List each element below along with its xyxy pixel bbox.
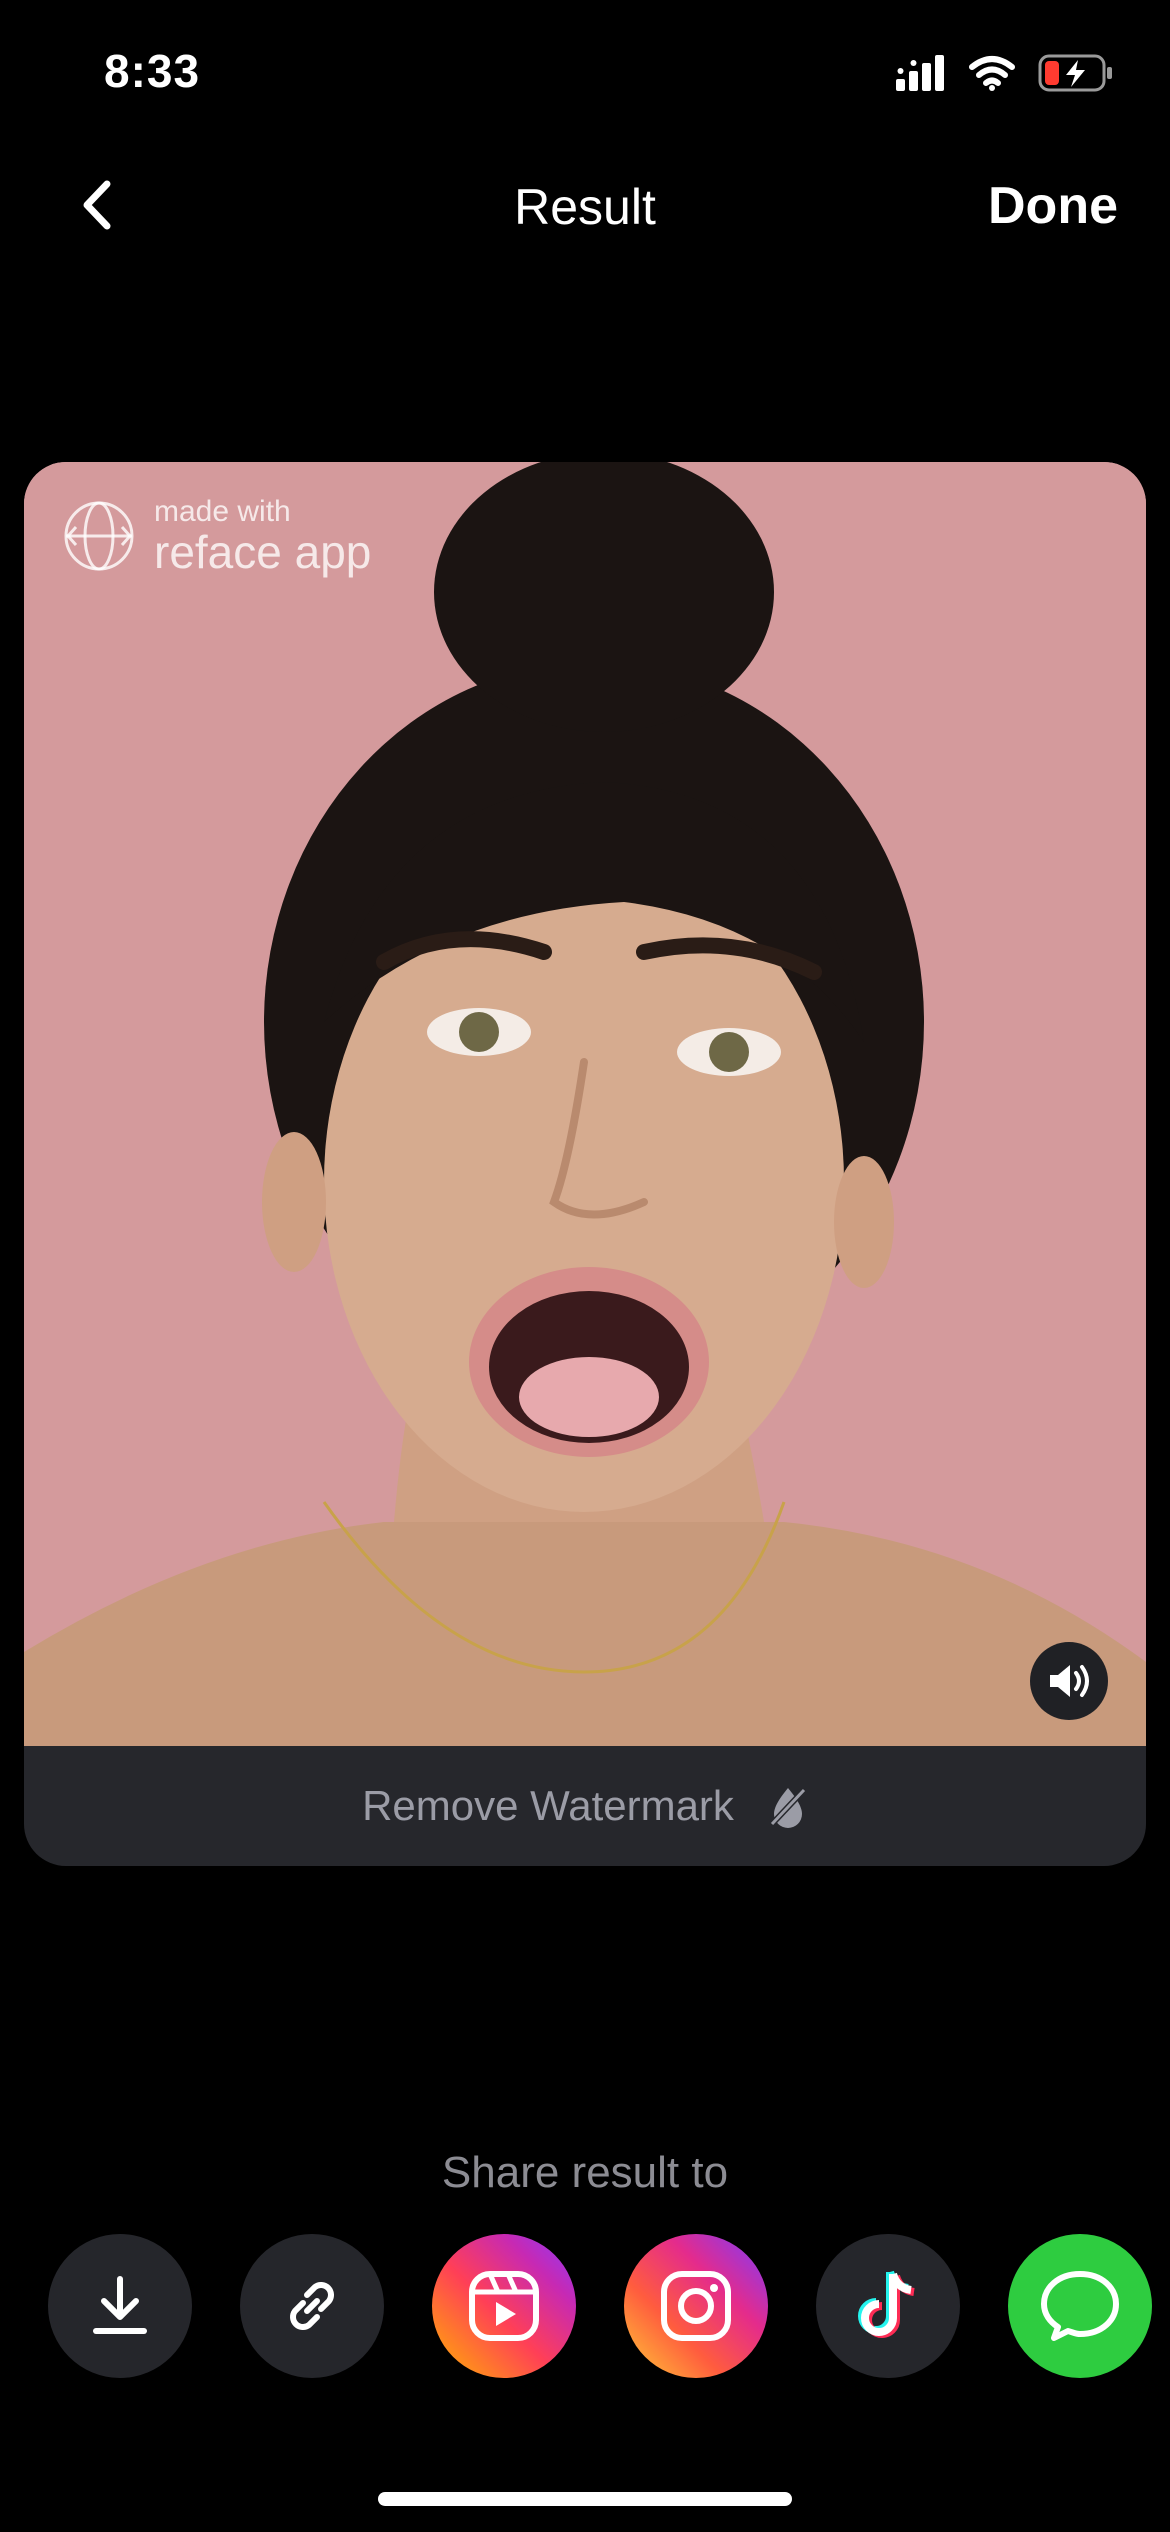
watermark-off-icon [769,1787,807,1828]
cellular-signal-icon [896,55,944,91]
face-photo [24,462,1146,1746]
watermark-small-text: made with [154,495,291,528]
download-icon [93,2276,147,2334]
remove-watermark-label: Remove Watermark [362,1782,734,1829]
sound-toggle-button[interactable] [1030,1642,1108,1720]
remove-watermark-button[interactable]: Remove Watermark [24,1746,1146,1866]
instagram-icon [661,2271,731,2341]
result-card: made with reface app Remove Watermark [24,462,1146,1866]
instagram-reels-icon [469,2271,539,2341]
link-icon [290,2282,334,2330]
watermark-brand-text: reface app [154,526,372,578]
share-label: Share result to [441,2148,729,2197]
speaker-icon [1050,1665,1089,1697]
tiktok-button[interactable] [816,2234,960,2378]
done-button[interactable]: Done [988,176,1118,236]
watermark: made with reface app [62,496,371,576]
messages-button[interactable] [1008,2234,1152,2378]
reface-logo-icon [64,501,134,571]
instagram-reels-button[interactable] [432,2234,576,2378]
instagram-button[interactable] [624,2234,768,2378]
home-indicator [378,2492,792,2506]
download-button[interactable] [48,2234,192,2378]
battery-charging-icon [1038,54,1112,92]
copy-link-button[interactable] [240,2234,384,2378]
tiktok-icon [858,2270,915,2338]
messages-icon [1041,2271,1119,2341]
status-time: 8:33 [104,45,201,97]
wifi-icon [969,56,1015,91]
result-video[interactable]: made with reface app [24,462,1146,1746]
share-targets [48,2234,1170,2378]
status-icons [896,54,1114,92]
